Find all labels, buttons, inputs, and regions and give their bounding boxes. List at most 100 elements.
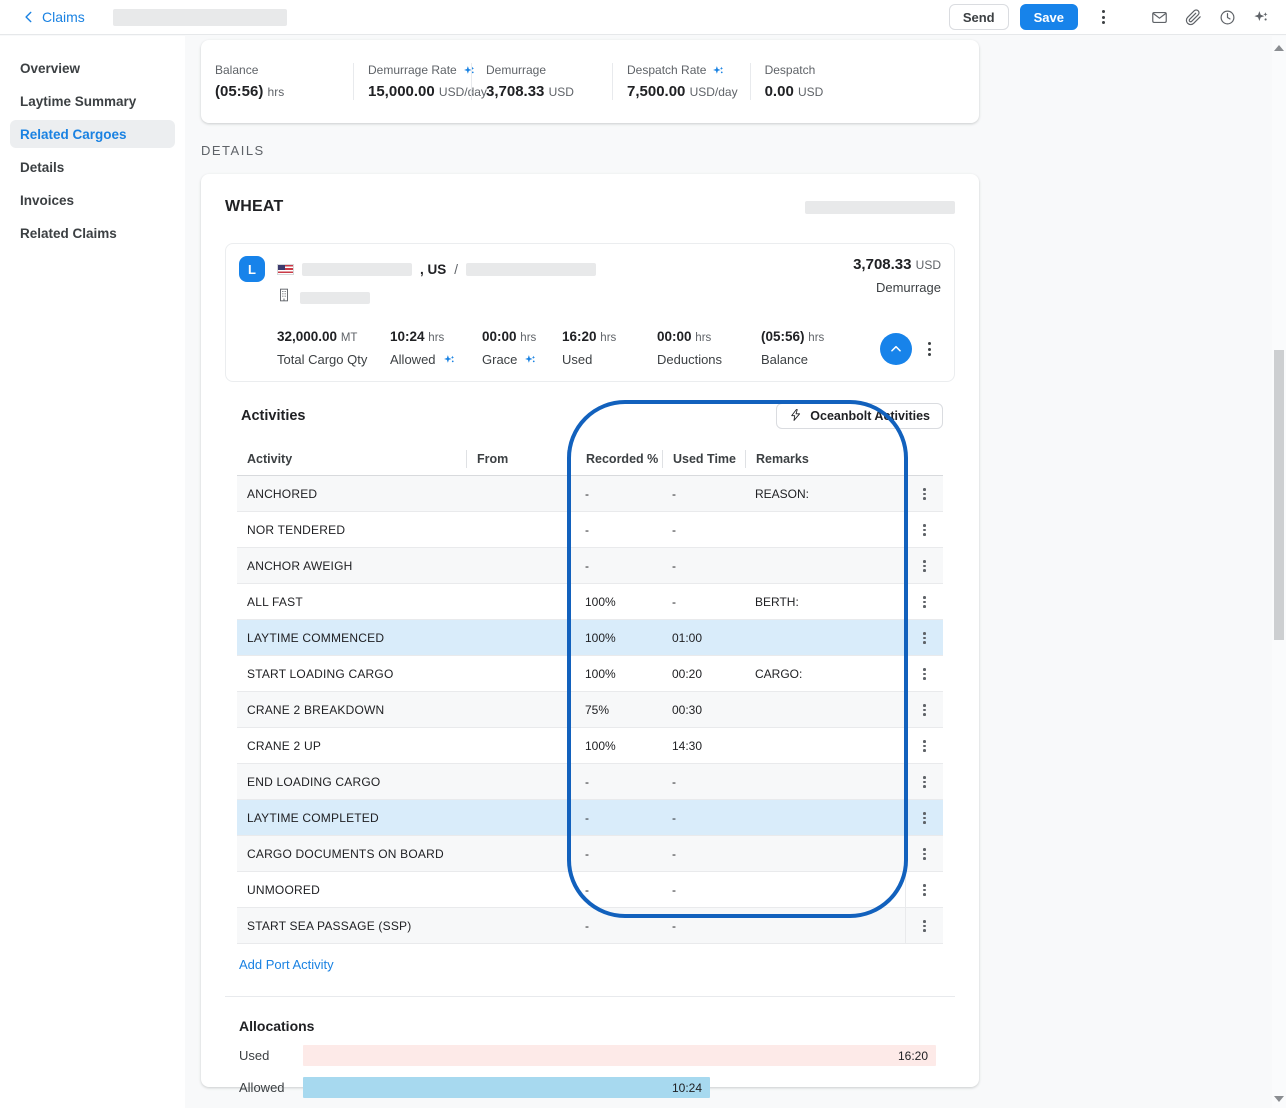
activity-recorded-pct: 75% [567,703,662,717]
table-row[interactable]: ANCHORED - - REASON: [237,476,943,512]
port-menu-button[interactable] [918,336,941,362]
paperclip-icon[interactable] [1185,9,1202,26]
table-row[interactable]: ALL FAST 100% - BERTH: [237,584,943,620]
mail-icon[interactable] [1151,9,1168,26]
row-menu-button[interactable] [905,620,943,656]
table-row[interactable]: CRANE 2 BREAKDOWN 75% 00:30 [237,692,943,728]
table-row[interactable]: ANCHOR AWEIGH - - [237,548,943,584]
row-menu-button[interactable] [905,692,943,728]
port-stat-value: (05:56) [761,329,805,344]
activity-recorded-pct: - [567,487,662,501]
port-stat-label: Allowed [390,352,436,367]
add-port-activity-link[interactable]: Add Port Activity [239,957,334,972]
save-button[interactable]: Save [1020,4,1078,30]
sidebar-item[interactable]: Details [10,153,175,181]
row-menu-button[interactable] [905,512,943,548]
more-options-button[interactable] [1092,4,1115,30]
allocations-chart: Used 16:20 Allowed 10:24 [237,1045,943,1098]
port-stat-unit: hrs [808,332,824,344]
allocations-title: Allocations [239,1018,943,1034]
oceanbolt-activities-button[interactable]: Oceanbolt Activities [776,403,943,429]
activity-used-time: - [662,811,745,825]
row-menu-button[interactable] [905,836,943,872]
port-stat-label: Deductions [657,352,722,367]
port-call-panel: L , US / [225,243,955,382]
activity-remarks: BERTH: [745,595,905,609]
laytime-summary-card: Balance (05:56) hrs Demurrage Rate 15,00… [201,40,979,123]
row-menu-button[interactable] [905,548,943,584]
activity-name: LAYTIME COMMENCED [237,631,466,645]
activity-name: START LOADING CARGO [237,667,466,681]
row-menu-button[interactable] [905,908,943,944]
activity-name: ANCHORED [237,487,466,501]
scrollbar-up-arrow[interactable] [1274,45,1284,51]
table-row[interactable]: LAYTIME COMMENCED 100% 01:00 [237,620,943,656]
row-menu-button[interactable] [905,764,943,800]
port-stat-unit: MT [341,332,358,344]
activity-recorded-pct: 100% [567,595,662,609]
port-stat-label: Grace [482,352,517,367]
load-port-badge: L [239,256,265,282]
summary-stat-label: Balance [215,63,258,77]
port-amount-value: 3,708.33 [853,256,911,273]
col-activity: Activity [237,450,466,468]
back-to-claims-link[interactable]: Claims [22,9,85,25]
table-row[interactable]: CRANE 2 UP 100% 14:30 [237,728,943,764]
row-menu-button[interactable] [905,728,943,764]
summary-stat-unit: USD [798,85,823,99]
row-menu-button[interactable] [905,476,943,512]
activity-recorded-pct: - [567,883,662,897]
sidebar-item[interactable]: Related Claims [10,219,175,247]
sidebar-item[interactable]: Invoices [10,186,175,214]
table-row[interactable]: START SEA PASSAGE (SSP) - - [237,908,943,944]
row-menu-button[interactable] [905,584,943,620]
summary-stat-label: Demurrage Rate [368,63,457,77]
col-from: From [466,450,567,468]
scrollbar-down-arrow[interactable] [1274,1096,1284,1102]
activity-used-time: 00:20 [662,667,745,681]
table-row[interactable]: START LOADING CARGO 100% 00:20 CARGO: [237,656,943,692]
cargo-title: WHEAT [225,198,283,216]
activity-used-time: - [662,847,745,861]
sidebar-item[interactable]: Related Cargoes [10,120,175,148]
activity-name: CARGO DOCUMENTS ON BOARD [237,847,466,861]
row-menu-button[interactable] [905,656,943,692]
summary-stat: Despatch Rate 7,500.00 USD/day [612,63,750,100]
clock-icon[interactable] [1219,9,1236,26]
port-stat-value: 00:00 [657,329,692,344]
bolt-icon [789,408,802,425]
sparkles-icon[interactable] [1253,9,1270,26]
collapse-port-button[interactable] [880,333,912,365]
activity-recorded-pct: - [567,919,662,933]
vertical-scrollbar[interactable] [1272,36,1286,1108]
table-row[interactable]: NOR TENDERED - - [237,512,943,548]
port-stat-value: 16:20 [562,329,597,344]
chevron-left-icon [22,10,36,24]
back-label: Claims [42,9,85,25]
send-button[interactable]: Send [949,4,1009,30]
activity-used-time: - [662,883,745,897]
activity-used-time: - [662,919,745,933]
row-menu-button[interactable] [905,872,943,908]
sidebar-item[interactable]: Laytime Summary [10,87,175,115]
scrollbar-thumb[interactable] [1274,350,1284,640]
allocation-track: 10:24 [303,1077,936,1098]
table-row[interactable]: CARGO DOCUMENTS ON BOARD - - [237,836,943,872]
terminal-building-icon [278,288,290,307]
table-row[interactable]: UNMOORED - - [237,872,943,908]
port-stat-unit: hrs [600,332,616,344]
activity-remarks: REASON: [745,487,905,501]
sidebar-item-label: Related Cargoes [20,127,127,142]
port-stat-unit: hrs [695,332,711,344]
summary-stat-value: 7,500.00 [627,83,685,100]
table-row[interactable]: END LOADING CARGO - - [237,764,943,800]
sidebar-item-label: Invoices [20,193,74,208]
activities-table-body: ANCHORED - - REASON: NOR TENDERED - - [237,476,943,944]
table-row[interactable]: LAYTIME COMPLETED - - [237,800,943,836]
activities-title: Activities [241,408,305,424]
activity-recorded-pct: 100% [567,667,662,681]
row-menu-button[interactable] [905,800,943,836]
ai-sparkle-icon [712,64,725,77]
port-stat-label: Total Cargo Qty [277,352,367,367]
sidebar-item[interactable]: Overview [10,54,175,82]
